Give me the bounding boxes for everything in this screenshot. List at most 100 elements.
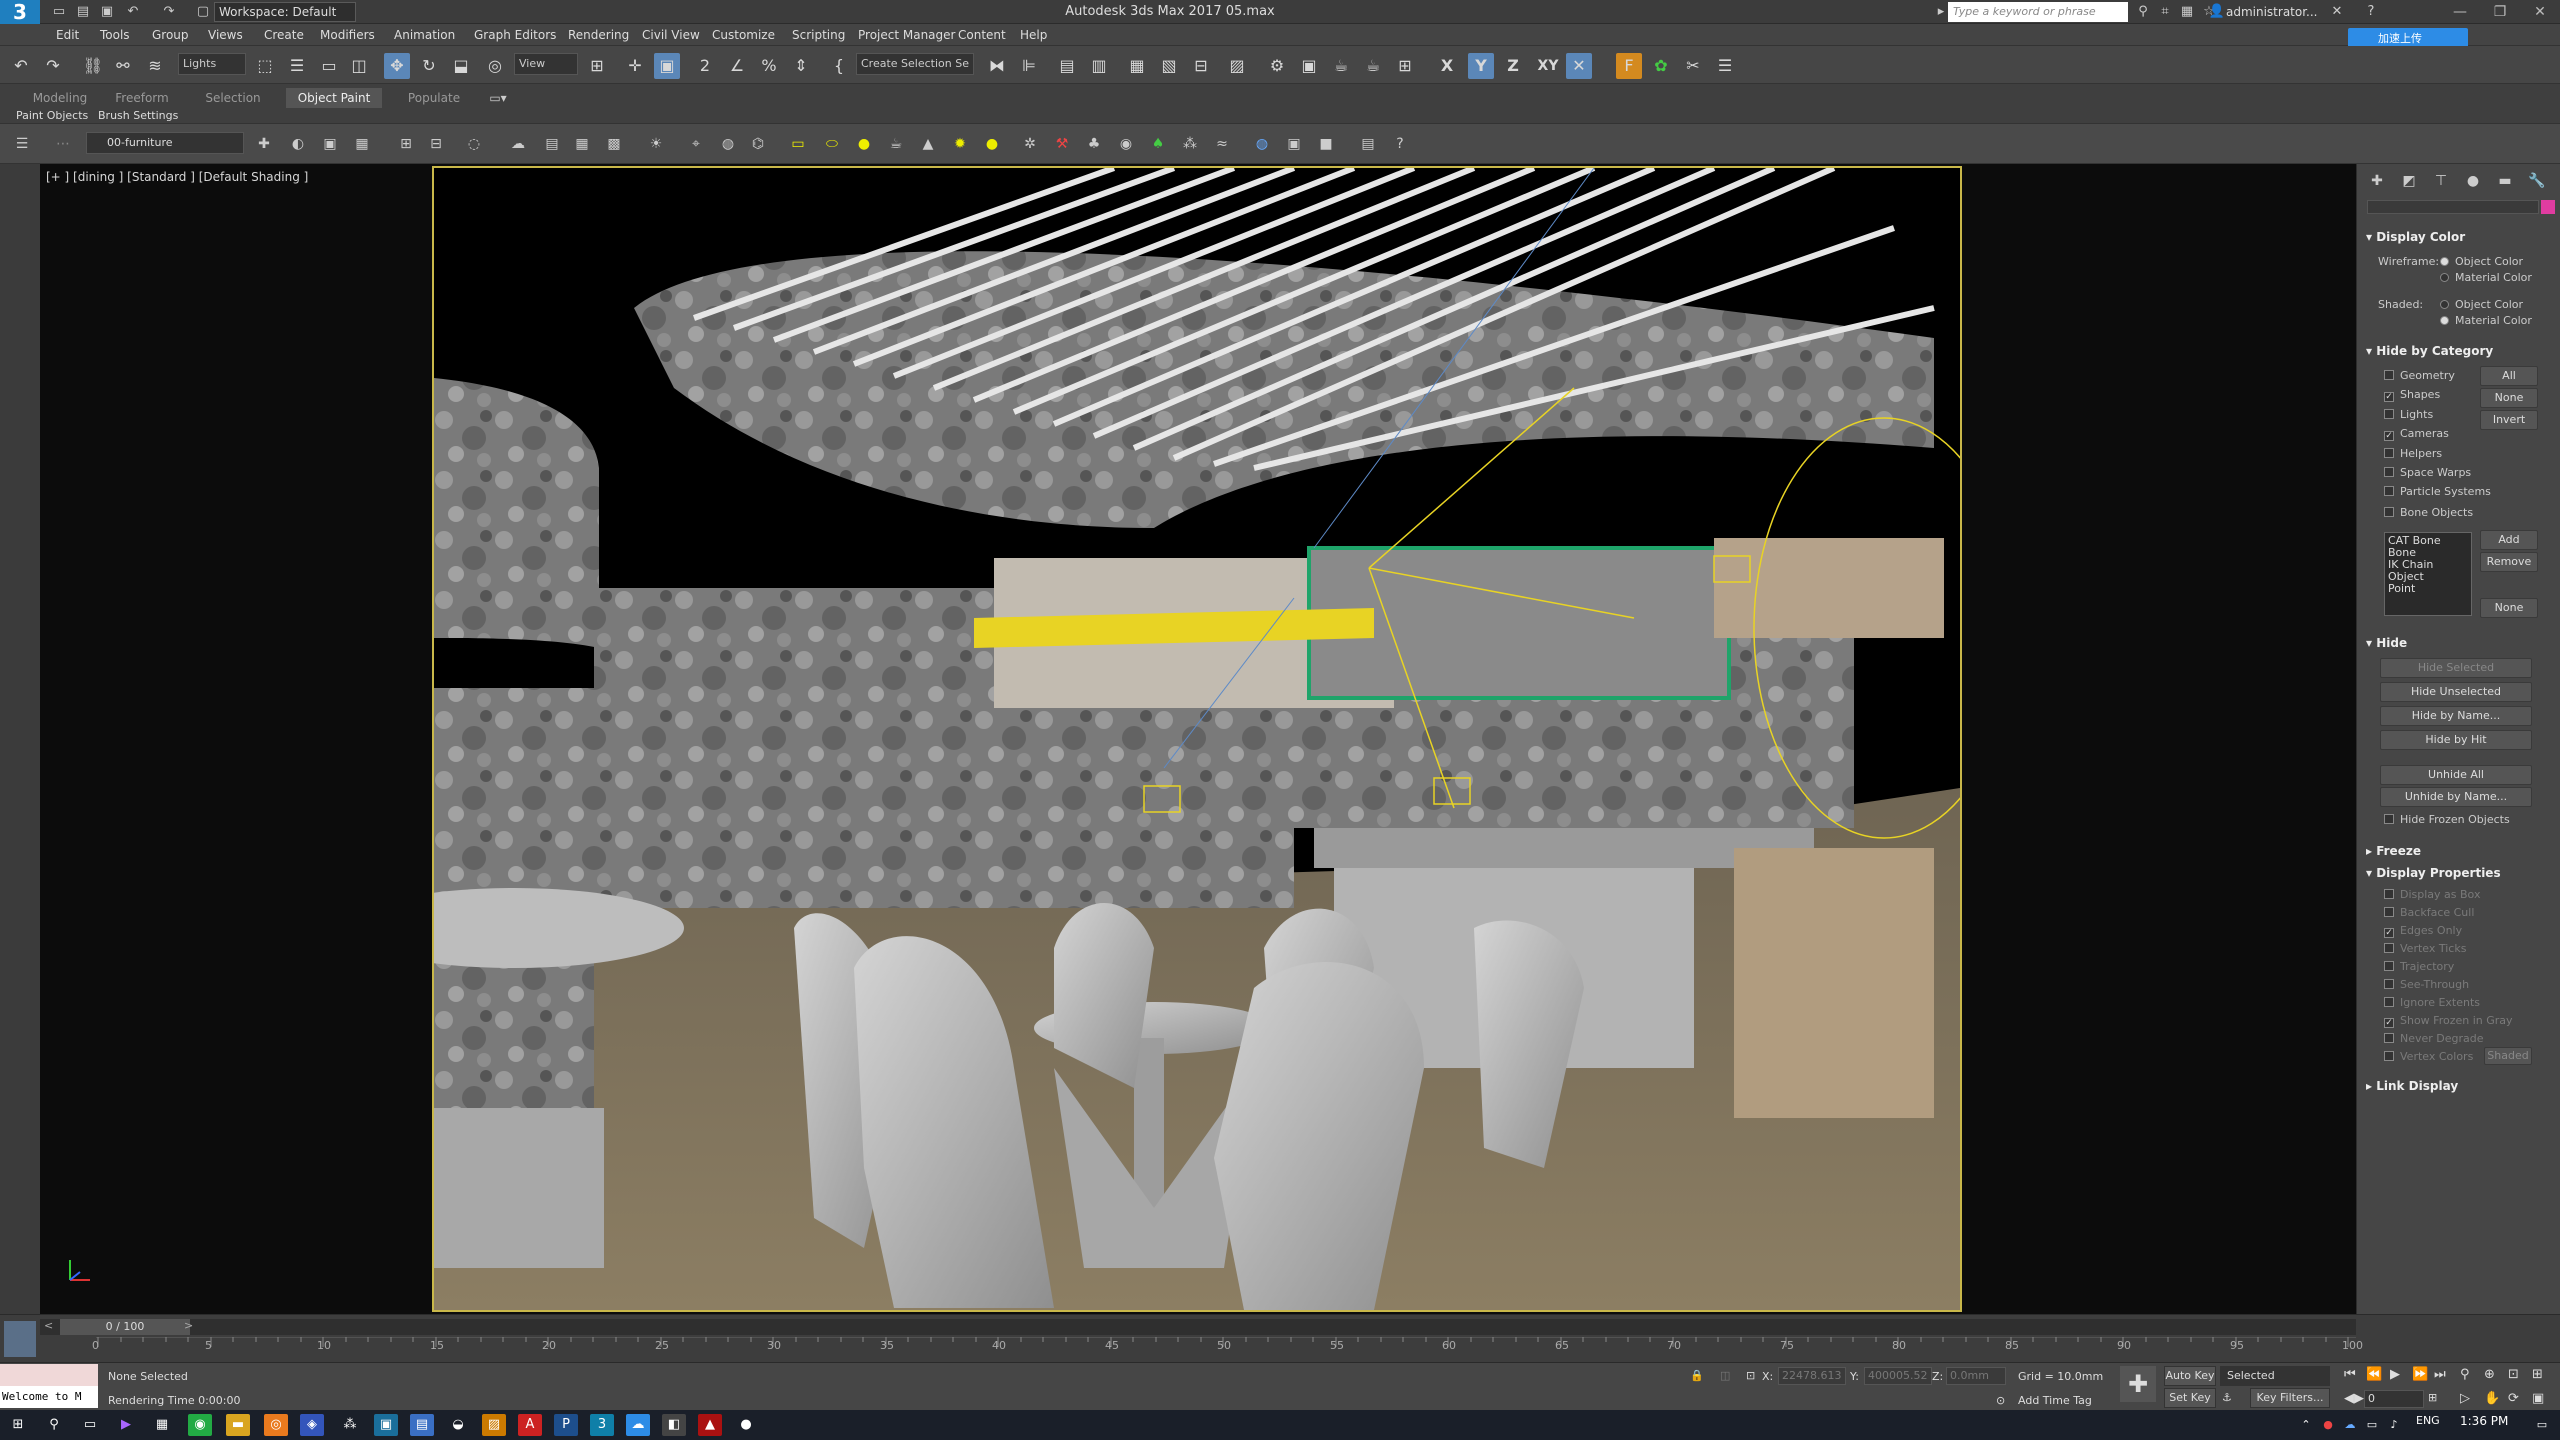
zoom-icon[interactable]: ⚲ <box>2460 1367 2470 1382</box>
select-manipulate-icon[interactable]: ✛ <box>622 53 648 79</box>
modify-tab-icon[interactable]: ◩ <box>2397 170 2421 192</box>
hide-none-button[interactable]: None <box>2480 388 2538 408</box>
plugin-tree-icon[interactable]: ✿ <box>1648 53 1674 79</box>
photoshop-icon[interactable]: P <box>554 1414 578 1436</box>
tab-freeform[interactable]: Freeform <box>104 88 180 108</box>
undo-icon[interactable]: ↶ <box>8 53 34 79</box>
new-file-icon[interactable]: ▭ <box>48 2 70 22</box>
app-icon-8[interactable]: ▨ <box>482 1414 506 1436</box>
app-icon-6[interactable]: ▤ <box>410 1414 434 1436</box>
shaded-object-color-radio[interactable]: Object Color <box>2440 297 2523 313</box>
spinner-snap-icon[interactable]: ⇕ <box>788 53 814 79</box>
pivot-center-icon[interactable]: ⊞ <box>584 53 610 79</box>
axis-y-button[interactable]: Y <box>1468 53 1494 79</box>
redo-icon[interactable]: ↷ <box>40 53 66 79</box>
zoom-extents-icon[interactable]: ⊡ <box>2508 1367 2519 1382</box>
tab-populate[interactable]: Populate <box>394 88 474 108</box>
toggle-ribbon-icon[interactable]: ▦ <box>1124 53 1150 79</box>
hide-unselected-button[interactable]: Hide Unselected <box>2380 682 2532 702</box>
utilities-tab-icon[interactable]: 🔧 <box>2525 170 2549 192</box>
prop-show-frozen-in-gray[interactable]: ✓ Show Frozen in Gray <box>2384 1013 2513 1029</box>
particle-icon[interactable]: ✲ <box>1018 132 1042 156</box>
sun-icon[interactable]: ✹ <box>948 132 972 156</box>
menu-views[interactable]: Views <box>208 24 243 46</box>
rendered-frame-window-icon[interactable]: ▣ <box>1296 53 1322 79</box>
unhide-by-name-button[interactable]: Unhide by Name... <box>2380 787 2532 807</box>
category-shapes[interactable]: ✓ Shapes <box>2384 387 2440 403</box>
display-tool-2-icon[interactable]: ▦ <box>570 132 594 156</box>
rectangular-region-icon[interactable]: ▭ <box>316 53 342 79</box>
list-item[interactable]: Point <box>2388 583 2468 595</box>
snap-tool-icon[interactable]: ◌ <box>462 132 486 156</box>
prop-edges-only[interactable]: ✓ Edges Only <box>2384 923 2462 939</box>
render-iterative-icon[interactable]: ☕ <box>1360 53 1386 79</box>
render-setup-icon[interactable]: ⚙ <box>1264 53 1290 79</box>
key-mode-icon[interactable]: ⚓ <box>2222 1391 2232 1404</box>
selection-filter-dropdown[interactable]: Lights <box>178 53 246 75</box>
exchange-icon[interactable]: ✕ <box>2326 2 2348 22</box>
hammer-icon[interactable]: ⚒ <box>1050 132 1074 156</box>
vertex-colors-shaded-button[interactable]: Shaded <box>2484 1047 2532 1065</box>
menu-modifiers[interactable]: Modifiers <box>320 24 375 46</box>
notifications-icon[interactable]: ▭ <box>2530 1414 2554 1436</box>
rollout-link-display[interactable]: ▸ Link Display <box>2366 1077 2458 1095</box>
menu-project-manager[interactable]: Project Manager <box>858 24 955 46</box>
menu-edit[interactable]: Edit <box>56 24 79 46</box>
axis-x-button[interactable]: X <box>1434 53 1460 79</box>
tab-modeling[interactable]: Modeling <box>24 88 96 108</box>
field-of-view-icon[interactable]: ▷ <box>2460 1391 2470 1406</box>
help-search-input[interactable]: Type a keyword or phrase <box>1948 2 2128 22</box>
axis-xy-button[interactable]: XY <box>1532 53 1564 79</box>
goto-start-icon[interactable]: ⏮ <box>2344 1367 2356 1382</box>
menu-tools[interactable]: Tools <box>100 24 130 46</box>
tray-volume-icon[interactable]: ♪ <box>2382 1414 2406 1436</box>
menu-scripting[interactable]: Scripting <box>792 24 845 46</box>
unhide-all-button[interactable]: Unhide All <box>2380 765 2532 785</box>
menu-rendering[interactable]: Rendering <box>568 24 629 46</box>
redo-icon[interactable]: ↷ <box>158 2 180 22</box>
angle-snap-icon[interactable]: ∠ <box>724 53 750 79</box>
layer-explorer-icon[interactable]: ▥ <box>1086 53 1112 79</box>
move-icon[interactable]: ✥ <box>384 53 410 79</box>
wireframe-object-color-radio[interactable]: Object Color <box>2440 254 2523 270</box>
add-time-tag[interactable]: Add Time Tag <box>2018 1394 2092 1407</box>
file-explorer-icon[interactable]: ▬ <box>226 1414 250 1436</box>
scatter-icon[interactable]: ⁂ <box>1178 132 1202 156</box>
plugin-tools-icon[interactable]: ✂ <box>1680 53 1706 79</box>
tree-tool-icon[interactable]: ♣ <box>1082 132 1106 156</box>
undo-icon[interactable]: ↶ <box>122 2 144 22</box>
time-slider[interactable] <box>40 1319 2356 1335</box>
binoculars-icon[interactable]: ⌗ <box>2154 2 2176 22</box>
absolute-mode-icon[interactable]: ⊡ <box>1746 1369 1755 1382</box>
edit-named-selection-icon[interactable]: { <box>826 53 852 79</box>
tab-object-paint[interactable]: Object Paint <box>286 88 382 108</box>
hide-by-name-button[interactable]: Hide by Name... <box>2380 706 2532 726</box>
key-selection-dropdown[interactable]: Selected <box>2220 1366 2330 1386</box>
wireframe-material-color-radio[interactable]: Material Color <box>2440 270 2532 286</box>
prop-vertex-colors[interactable]: Vertex Colors <box>2384 1049 2473 1065</box>
x-coordinate-field[interactable]: 22478.613 <box>1778 1367 1846 1385</box>
plugin-list-icon[interactable]: ☰ <box>1712 53 1738 79</box>
task-view-icon[interactable]: ▭ <box>78 1414 102 1436</box>
mini-curve-editor-icon[interactable] <box>4 1321 36 1357</box>
hide-invert-button[interactable]: Invert <box>2480 410 2538 430</box>
axis-constraint-icon[interactable]: ✕ <box>1566 53 1592 79</box>
render-tool-icon[interactable]: ⌬ <box>746 132 770 156</box>
menu-content[interactable]: Content <box>958 24 1006 46</box>
globe-icon[interactable]: ◍ <box>1250 132 1274 156</box>
app-icon-2[interactable]: ◎ <box>264 1414 288 1436</box>
hide-frozen-checkbox[interactable]: Hide Frozen Objects <box>2384 812 2510 828</box>
help-circle-icon[interactable]: ? <box>1388 132 1412 156</box>
display-tool-1-icon[interactable]: ▤ <box>540 132 564 156</box>
helper-tool-icon[interactable]: ◍ <box>716 132 740 156</box>
plugin-fr-icon[interactable]: F <box>1616 53 1642 79</box>
scale-icon[interactable]: ⬓ <box>448 53 474 79</box>
prop-never-degrade[interactable]: Never Degrade <box>2384 1031 2484 1047</box>
hide-by-hit-button[interactable]: Hide by Hit <box>2380 730 2532 750</box>
subscription-icon[interactable]: ▦ <box>2176 2 2198 22</box>
sphere-icon[interactable]: ● <box>852 132 876 156</box>
object-color-swatch[interactable] <box>2541 200 2555 214</box>
wave-icon[interactable]: ≈ <box>1210 132 1234 156</box>
dimension-tool-icon[interactable]: ⊟ <box>424 132 448 156</box>
y-coordinate-field[interactable]: 400005.52 <box>1864 1367 1932 1385</box>
